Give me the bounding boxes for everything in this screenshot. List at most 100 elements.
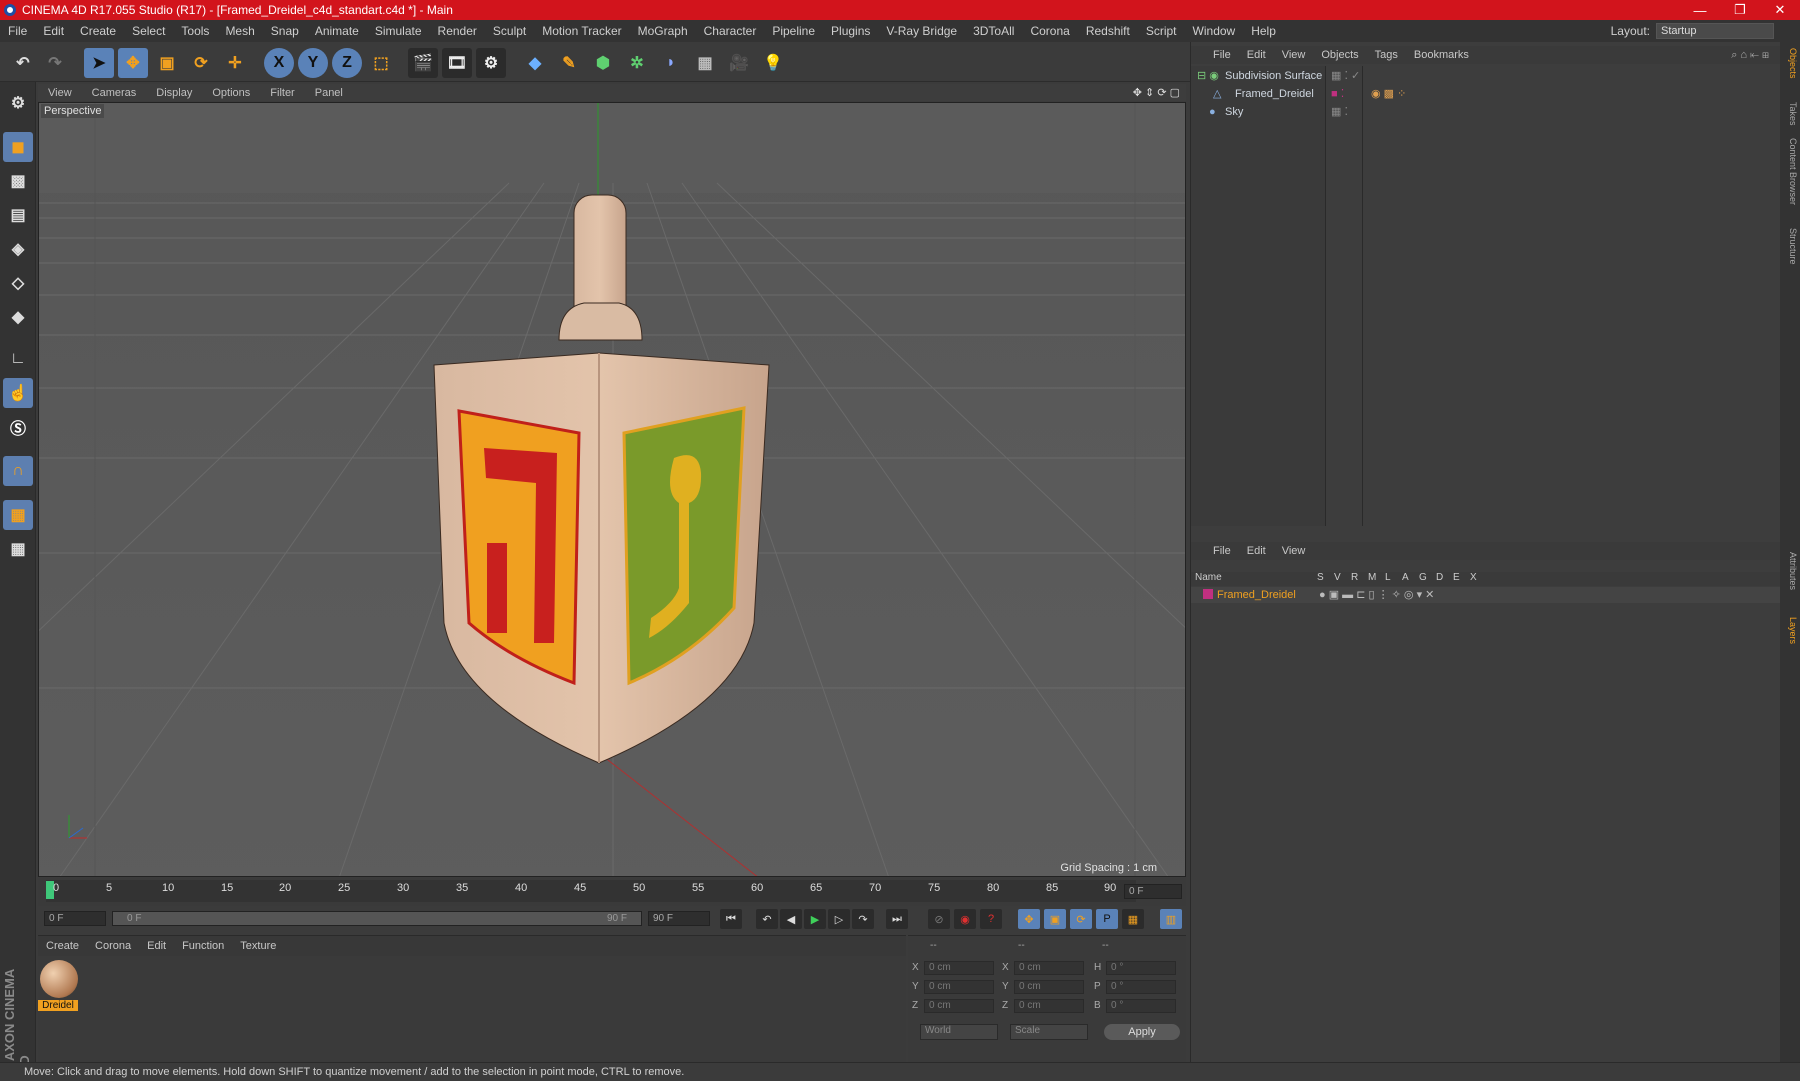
start-frame-field[interactable]: 0 F	[44, 911, 106, 926]
keyframe-selection-icon[interactable]: ⊘	[928, 909, 950, 929]
apply-button[interactable]: Apply	[1104, 1024, 1180, 1040]
rot-b-field[interactable]: 0 °	[1106, 999, 1176, 1013]
menu-3dtoall[interactable]: 3DToAll	[965, 24, 1022, 38]
render-picture-viewer-icon[interactable]: 🎞	[442, 48, 472, 78]
object-subdivision-surface[interactable]: Subdivision Surface	[1225, 68, 1322, 84]
edges-mode-icon[interactable]: ◇	[3, 268, 33, 298]
grid-icon[interactable]: ▦	[3, 534, 33, 564]
coordinate-system-icon[interactable]: ⬚	[366, 48, 396, 78]
pos-y-field[interactable]: 0 cm	[924, 980, 994, 994]
previous-key-icon[interactable]: ↶	[756, 909, 778, 929]
sky-flags-icon[interactable]: ▦ ⁚	[1331, 104, 1348, 120]
points-mode-icon[interactable]: ◈	[3, 234, 33, 264]
coord-scale-dropdown[interactable]: Scale	[1010, 1024, 1088, 1040]
record-icon[interactable]: ◉	[954, 909, 976, 929]
go-to-end-icon[interactable]: ⏭	[886, 909, 908, 929]
size-z-field[interactable]: 0 cm	[1014, 999, 1084, 1013]
menu-render[interactable]: Render	[430, 24, 485, 38]
layer-row[interactable]: Framed_Dreidel ● ▣ ▬ ⊏ ▯ ⋮ ✧ ◎ ▾ ✕	[1191, 587, 1781, 603]
om-menu-objects[interactable]: Objects	[1313, 49, 1366, 61]
size-x-field[interactable]: 0 cm	[1014, 961, 1084, 975]
point-level-icon[interactable]: ▦	[1122, 909, 1144, 929]
record-position-icon[interactable]: ✥	[1018, 909, 1040, 929]
current-frame-field[interactable]: 0 F	[1124, 884, 1182, 899]
layer-toggle-icons[interactable]: ● ▣ ▬ ⊏ ▯ ⋮ ✧ ◎ ▾ ✕	[1319, 587, 1434, 603]
record-scale-icon[interactable]: ▣	[1044, 909, 1066, 929]
next-key-icon[interactable]: ↷	[852, 909, 874, 929]
viewport-menu-display[interactable]: Display	[146, 87, 202, 99]
subdivision-icon[interactable]: ⬢	[588, 48, 618, 78]
timeline[interactable]: 0 5 10 15 20 25 30 35 40 45 50 55 60 65 …	[38, 878, 1186, 906]
material-menu-function[interactable]: Function	[174, 940, 232, 952]
lm-menu-edit[interactable]: Edit	[1239, 545, 1274, 557]
menu-corona[interactable]: Corona	[1022, 24, 1077, 38]
perspective-viewport[interactable]: Perspective Grid Spacing : 1 cm	[38, 102, 1186, 877]
menu-character[interactable]: Character	[696, 24, 765, 38]
size-y-field[interactable]: 0 cm	[1014, 980, 1084, 994]
material-menu-corona[interactable]: Corona	[87, 940, 139, 952]
menu-select[interactable]: Select	[124, 24, 173, 38]
viewport-menu-options[interactable]: Options	[202, 87, 260, 99]
y-axis-icon[interactable]: Y	[298, 48, 328, 78]
object-framed-dreidel[interactable]: Framed_Dreidel	[1235, 86, 1314, 102]
visibility-flags-icon[interactable]: ▦ ⁚ ✓	[1331, 68, 1360, 84]
menu-edit[interactable]: Edit	[35, 24, 72, 38]
deformer-icon[interactable]: ◗	[656, 48, 686, 78]
material-tag-icon[interactable]: ◉ ▩ ⁘	[1371, 86, 1406, 102]
tab-takes[interactable]: Takes	[1782, 102, 1798, 126]
live-select-icon[interactable]: ✛	[220, 48, 250, 78]
autokey-icon[interactable]: ?	[980, 909, 1002, 929]
menu-motion-tracker[interactable]: Motion Tracker	[534, 24, 629, 38]
menu-create[interactable]: Create	[72, 24, 124, 38]
lm-menu-file[interactable]: File	[1205, 545, 1239, 557]
polygons-mode-icon[interactable]: ◆	[3, 302, 33, 332]
layer-color-icon[interactable]: ■ ⁚	[1331, 86, 1344, 102]
om-menu-edit[interactable]: Edit	[1239, 49, 1274, 61]
om-menu-tags[interactable]: Tags	[1367, 49, 1406, 61]
material-menu-texture[interactable]: Texture	[232, 940, 284, 952]
next-frame-icon[interactable]: ▷	[828, 909, 850, 929]
close-button[interactable]: ✕	[1760, 0, 1800, 20]
menu-script[interactable]: Script	[1138, 24, 1185, 38]
render-view-icon[interactable]: 🎬	[408, 48, 438, 78]
tab-layers[interactable]: Layers	[1782, 617, 1798, 644]
om-search-icons[interactable]: ⌕ ⌂ ⇤ ⊞	[1723, 49, 1777, 62]
material-menu-edit[interactable]: Edit	[139, 940, 174, 952]
viewport-menu-view[interactable]: View	[38, 87, 82, 99]
snap-magnet-icon[interactable]: ∩	[3, 456, 33, 486]
move-tool-icon[interactable]: ✥	[118, 48, 148, 78]
end-frame-field[interactable]: 90 F	[648, 911, 710, 926]
solo-mode-icon[interactable]: Ⓢ	[3, 412, 33, 442]
viewport-menu-filter[interactable]: Filter	[260, 87, 304, 99]
tab-content-browser[interactable]: Content Browser	[1782, 138, 1798, 205]
menu-animate[interactable]: Animate	[307, 24, 367, 38]
material-menu-create[interactable]: Create	[38, 940, 87, 952]
texture-mode-icon[interactable]: ▩	[3, 166, 33, 196]
axis-mode-icon[interactable]: ∟	[3, 344, 33, 374]
menu-redshift[interactable]: Redshift	[1078, 24, 1138, 38]
select-arrow-icon[interactable]: ➤	[84, 48, 114, 78]
cube-icon[interactable]: ◆	[520, 48, 550, 78]
tweak-mode-icon[interactable]: ☝	[3, 378, 33, 408]
redo-icon[interactable]: ↷	[40, 48, 70, 78]
menu-mograph[interactable]: MoGraph	[630, 24, 696, 38]
menu-mesh[interactable]: Mesh	[217, 24, 262, 38]
go-to-start-icon[interactable]: ⏮	[720, 909, 742, 929]
record-parameter-icon[interactable]: P	[1096, 909, 1118, 929]
om-menu-file[interactable]: File	[1205, 49, 1239, 61]
pos-z-field[interactable]: 0 cm	[924, 999, 994, 1013]
previous-frame-icon[interactable]: ◀	[780, 909, 802, 929]
rot-p-field[interactable]: 0 °	[1106, 980, 1176, 994]
material-swatch-dreidel[interactable]: Dreidel	[38, 958, 80, 1011]
menu-vray-bridge[interactable]: V-Ray Bridge	[878, 24, 965, 38]
render-settings-icon[interactable]: ⚙	[476, 48, 506, 78]
om-menu-bookmarks[interactable]: Bookmarks	[1406, 49, 1477, 61]
menu-plugins[interactable]: Plugins	[823, 24, 878, 38]
tab-objects[interactable]: Objects	[1782, 48, 1798, 79]
undo-icon[interactable]: ↶	[8, 48, 38, 78]
pen-spline-icon[interactable]: ✎	[554, 48, 584, 78]
make-editable-icon[interactable]: ⚙	[3, 88, 33, 118]
viewport-menu-cameras[interactable]: Cameras	[82, 87, 147, 99]
floor-icon[interactable]: ▦	[690, 48, 720, 78]
workplane-lock-icon[interactable]: ▦	[3, 500, 33, 530]
